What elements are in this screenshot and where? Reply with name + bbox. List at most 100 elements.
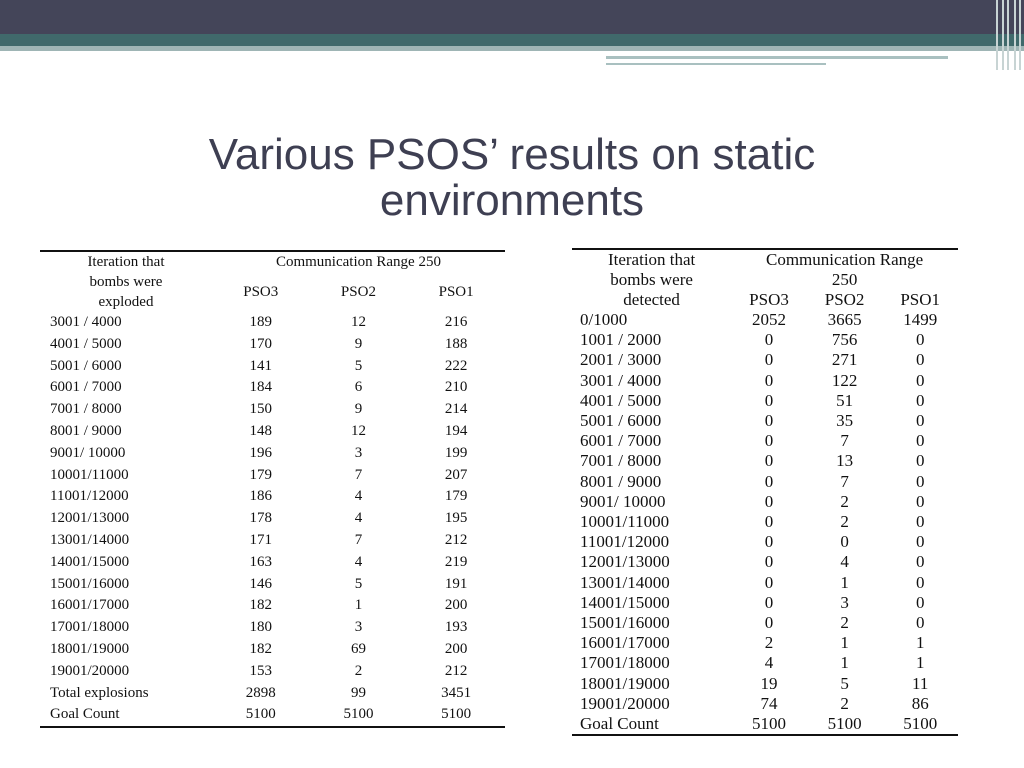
row-iteration-cell: 14001/15000 [50, 553, 130, 570]
row-value-cell: 0 [915, 390, 925, 410]
row-value-cell: 0 [764, 512, 774, 532]
row-value-cell: 0 [764, 411, 774, 431]
column-header-pso1: PSO1 [900, 290, 941, 309]
row-iteration-cell: 5001 / 6000 [580, 411, 662, 431]
table-row: 3001 / 4000 0 122 0 [572, 371, 958, 391]
row-iteration-cell: 11001/12000 [50, 488, 129, 505]
row-value-cell: 756 [831, 330, 858, 350]
row-iteration-cell: 4001 / 5000 [580, 390, 662, 410]
table-row: Goal Count 5100 5100 5100 [572, 714, 958, 735]
row-value-cell: 178 [249, 510, 273, 527]
row-value-cell: 12 [350, 314, 366, 330]
row-value-cell: 0 [764, 592, 774, 612]
row-value-cell: 0 [840, 532, 849, 552]
row-value-cell: 216 [444, 314, 468, 330]
table-row: 5001 / 6000 141 5 222 [40, 356, 505, 378]
row-iteration-cell: 8001 / 9000 [50, 422, 122, 439]
row-value-cell: 2 [354, 662, 363, 679]
row-value-cell: 99 [350, 684, 366, 701]
row-value-cell: 200 [444, 597, 468, 614]
row-iteration-cell: 0/1000 [580, 310, 628, 329]
row-iteration-cell: 1001 / 2000 [580, 330, 662, 350]
table-row: 17001/18000 4 1 1 [572, 653, 958, 673]
row-value-cell: 194 [444, 422, 468, 439]
table-row: Total explosions 2898 99 3451 [40, 683, 505, 705]
header-band-light [0, 46, 1024, 51]
row-value-cell: 7 [354, 531, 363, 548]
row-value-cell: 196 [249, 444, 273, 461]
row-value-cell: 2898 [245, 684, 276, 701]
table-row: 13001/14000 0 1 0 [572, 573, 958, 593]
table-row: 4001 / 5000 0 51 0 [572, 391, 958, 411]
slide-title-line2: environments [379, 176, 645, 225]
table-row: 10001/11000 179 7 207 [40, 465, 505, 487]
row-value-cell: 4 [354, 488, 363, 505]
row-value-cell: 12 [350, 422, 366, 439]
row-value-cell: 214 [444, 401, 468, 418]
row-value-cell: 184 [249, 379, 273, 396]
row-value-cell: 1 [840, 653, 849, 673]
row-value-cell: 2 [840, 512, 849, 532]
row-value-cell: 5100 [752, 714, 787, 734]
row-iteration-cell: 13001/14000 [50, 531, 130, 548]
column-header-pso3: PSO3 [749, 290, 789, 309]
table-row: 9001/ 10000 196 3 199 [40, 443, 505, 465]
slide-title-line1: Various PSOS’ results on static [208, 130, 816, 179]
row-value-cell: 1 [354, 597, 363, 614]
table-row: Goal Count 5100 5100 5100 [40, 704, 505, 727]
row-value-cell: 0 [764, 552, 774, 572]
table-row: 3001 / 4000 189 12 216 [40, 312, 505, 334]
row-iteration-cell: 15001/16000 [580, 613, 670, 633]
row-iteration-cell: 9001/ 10000 [580, 491, 666, 511]
table-row: 13001/14000 171 7 212 [40, 530, 505, 552]
header-accent-line [606, 56, 948, 59]
table-detections: Iteration that bombs were detected Commu… [572, 248, 958, 737]
header-iteration-line: bombs were [610, 270, 693, 289]
row-value-cell: 153 [249, 662, 273, 679]
column-header-pso2: PSO2 [340, 284, 376, 301]
row-iteration-cell: 19001/20000 [580, 693, 670, 713]
row-iteration-cell: 3001 / 4000 [580, 370, 662, 390]
table-row: 18001/19000 19 5 11 [572, 674, 958, 694]
row-iteration-cell: 7001 / 8000 [580, 451, 662, 471]
header-iteration-line: detected [623, 290, 680, 309]
row-value-cell: 2 [840, 693, 849, 713]
row-iteration-cell: 14001/15000 [580, 592, 670, 612]
row-value-cell: 0 [764, 350, 774, 370]
row-value-cell: 2 [764, 633, 774, 653]
row-value-cell: 0 [764, 431, 774, 451]
row-value-cell: 7 [840, 431, 849, 451]
row-value-cell: 0 [915, 512, 925, 532]
header-iteration-line: Iteration that [87, 254, 165, 270]
row-value-cell: 0 [764, 491, 774, 511]
table-row: 7001 / 8000 150 9 214 [40, 399, 505, 421]
table-header-row: Iteration that bombs were exploded Commu… [40, 251, 505, 310]
row-value-cell: 0 [764, 532, 774, 552]
header-band-dark [0, 0, 1024, 34]
row-iteration-cell: 4001 / 5000 [50, 335, 122, 352]
row-value-cell: 195 [444, 510, 468, 527]
row-iteration-cell: 9001/ 10000 [50, 444, 126, 461]
row-iteration-cell: 6001 / 7000 [580, 431, 662, 451]
row-value-cell: 7 [354, 466, 363, 483]
row-value-cell: 0 [915, 491, 925, 511]
row-value-cell: 7 [840, 471, 849, 491]
table-row: 1001 / 2000 0 756 0 [572, 330, 958, 350]
header-iteration-line: Iteration that [607, 250, 696, 269]
table-row: 8001 / 9000 0 7 0 [572, 472, 958, 492]
table-row: 4001 / 5000 170 9 188 [40, 334, 505, 356]
row-iteration-cell: 12001/13000 [580, 552, 670, 572]
table-row: 12001/13000 0 4 0 [572, 552, 958, 572]
row-value-cell: 3451 [441, 684, 472, 701]
row-value-cell: 0 [764, 370, 774, 390]
row-value-cell: 0 [915, 451, 925, 471]
row-iteration-cell: 16001/17000 [580, 633, 670, 653]
row-iteration-cell: 12001/13000 [50, 510, 130, 527]
header-group-line: 250 [831, 270, 858, 289]
row-iteration-cell: 19001/20000 [50, 662, 130, 679]
row-iteration-cell: 17001/18000 [580, 653, 670, 673]
row-value-cell: 13 [836, 451, 854, 471]
row-value-cell: 150 [249, 401, 273, 418]
table-row: 16001/17000 182 1 200 [40, 595, 505, 617]
row-value-cell: 3665 [827, 310, 862, 329]
